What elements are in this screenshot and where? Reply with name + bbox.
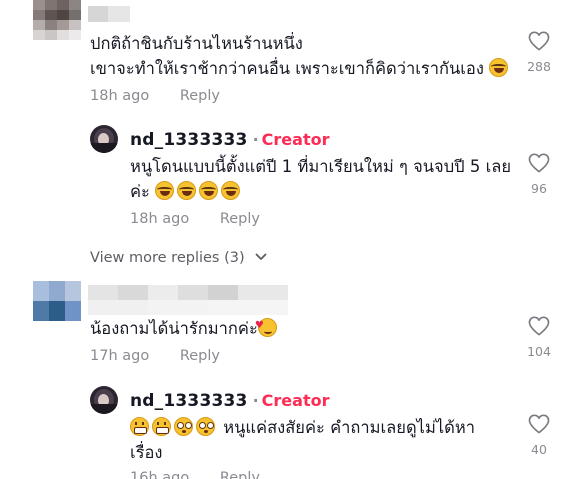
reply-username[interactable]: nd_1333333 — [130, 391, 248, 411]
view-more-replies[interactable]: View more replies (3) — [90, 250, 267, 266]
like-button[interactable]: 104 — [519, 316, 559, 359]
like-count: 104 — [527, 344, 551, 359]
separator: · — [252, 391, 259, 410]
reply-text-line: หนูแค่สงสัยค่ะ คำถามเลยดูไม่ได้หา — [130, 415, 475, 440]
like-button[interactable]: 288 — [519, 31, 559, 74]
reply-button[interactable]: Reply — [180, 348, 220, 364]
reply-button[interactable]: Reply — [180, 88, 220, 104]
reply-1-text: หนูโดนแบบนี้ตั้งแต่ปี 1 ที่มาเรียนใหม่ ๆ… — [130, 154, 511, 204]
comment-1-meta: 18h ago Reply — [90, 88, 220, 104]
reply-1-meta: 18h ago Reply — [130, 211, 260, 227]
heart-outline-icon[interactable] — [528, 31, 550, 51]
comment-2-text: น้องถามได้น่ารักมากค่ะ — [90, 313, 280, 341]
grimace-emoji-icon — [130, 417, 149, 436]
reply-text-line: หนูโดนแบบนี้ตั้งแต่ปี 1 ที่มาเรียนใหม่ ๆ… — [130, 157, 512, 176]
reply-2-meta: 16h ago Reply — [130, 470, 260, 479]
reply-text-line: ค่ะ — [130, 179, 511, 204]
like-button[interactable]: 40 — [519, 414, 559, 457]
reply-button[interactable]: Reply — [220, 211, 260, 227]
comment-2-avatar[interactable] — [33, 281, 81, 321]
creator-badge: Creator — [261, 391, 330, 410]
comment-text-line: น้องถามได้น่ารักมากค่ะ — [90, 313, 280, 341]
timestamp: 18h ago — [130, 211, 190, 227]
laugh-cry-emoji-icon — [155, 181, 175, 200]
comment-2-username[interactable] — [88, 285, 288, 315]
heart-outline-icon[interactable] — [528, 153, 550, 173]
laugh-cry-emoji-icon — [489, 58, 509, 77]
laugh-cry-emoji-icon — [177, 181, 197, 200]
reply-1-header: nd_1333333 · Creator — [130, 130, 329, 150]
heart-outline-icon[interactable] — [528, 414, 550, 434]
like-count: 96 — [531, 181, 547, 196]
like-count: 288 — [527, 59, 551, 74]
reply-2-header: nd_1333333 · Creator — [130, 391, 329, 411]
flushed-emoji-icon — [174, 417, 193, 436]
separator: · — [252, 130, 259, 149]
comment-2-meta: 17h ago Reply — [90, 348, 220, 364]
flushed-emoji-icon — [196, 417, 215, 436]
creator-badge: Creator — [261, 130, 330, 149]
comment-text-line: เขาจะทำให้เราช้ากว่าคนอื่น เพราะเขาก็คิด… — [90, 56, 511, 81]
comment-text-line: ปกติถ้าชินกับร้านไหนร้านหนึ่ง — [90, 34, 303, 53]
timestamp: 17h ago — [90, 348, 150, 364]
comment-1-username[interactable] — [88, 6, 130, 22]
comment-1-text: ปกติถ้าชินกับร้านไหนร้านหนึ่ง เขาจะทำให้… — [90, 31, 511, 81]
creator-avatar[interactable] — [90, 386, 118, 414]
heart-outline-icon[interactable] — [528, 316, 550, 336]
reply-button[interactable]: Reply — [220, 470, 260, 479]
reply-username[interactable]: nd_1333333 — [130, 130, 248, 150]
reply-text-line: เรื่อง — [130, 443, 163, 462]
timestamp: 18h ago — [90, 88, 150, 104]
smiling-hearts-emoji-icon — [255, 313, 277, 338]
creator-avatar[interactable] — [90, 125, 118, 153]
timestamp: 16h ago — [130, 470, 190, 479]
laugh-cry-emoji-icon — [221, 181, 241, 200]
comment-1-avatar[interactable] — [33, 0, 81, 40]
like-count: 40 — [531, 442, 547, 457]
grimace-emoji-icon — [152, 417, 171, 436]
like-button[interactable]: 96 — [519, 153, 559, 196]
chevron-down-icon — [255, 253, 267, 260]
laugh-cry-emoji-icon — [199, 181, 219, 200]
reply-2-text: หนูแค่สงสัยค่ะ คำถามเลยดูไม่ได้หา เรื่อง — [130, 415, 475, 465]
view-more-label: View more replies (3) — [90, 250, 245, 266]
